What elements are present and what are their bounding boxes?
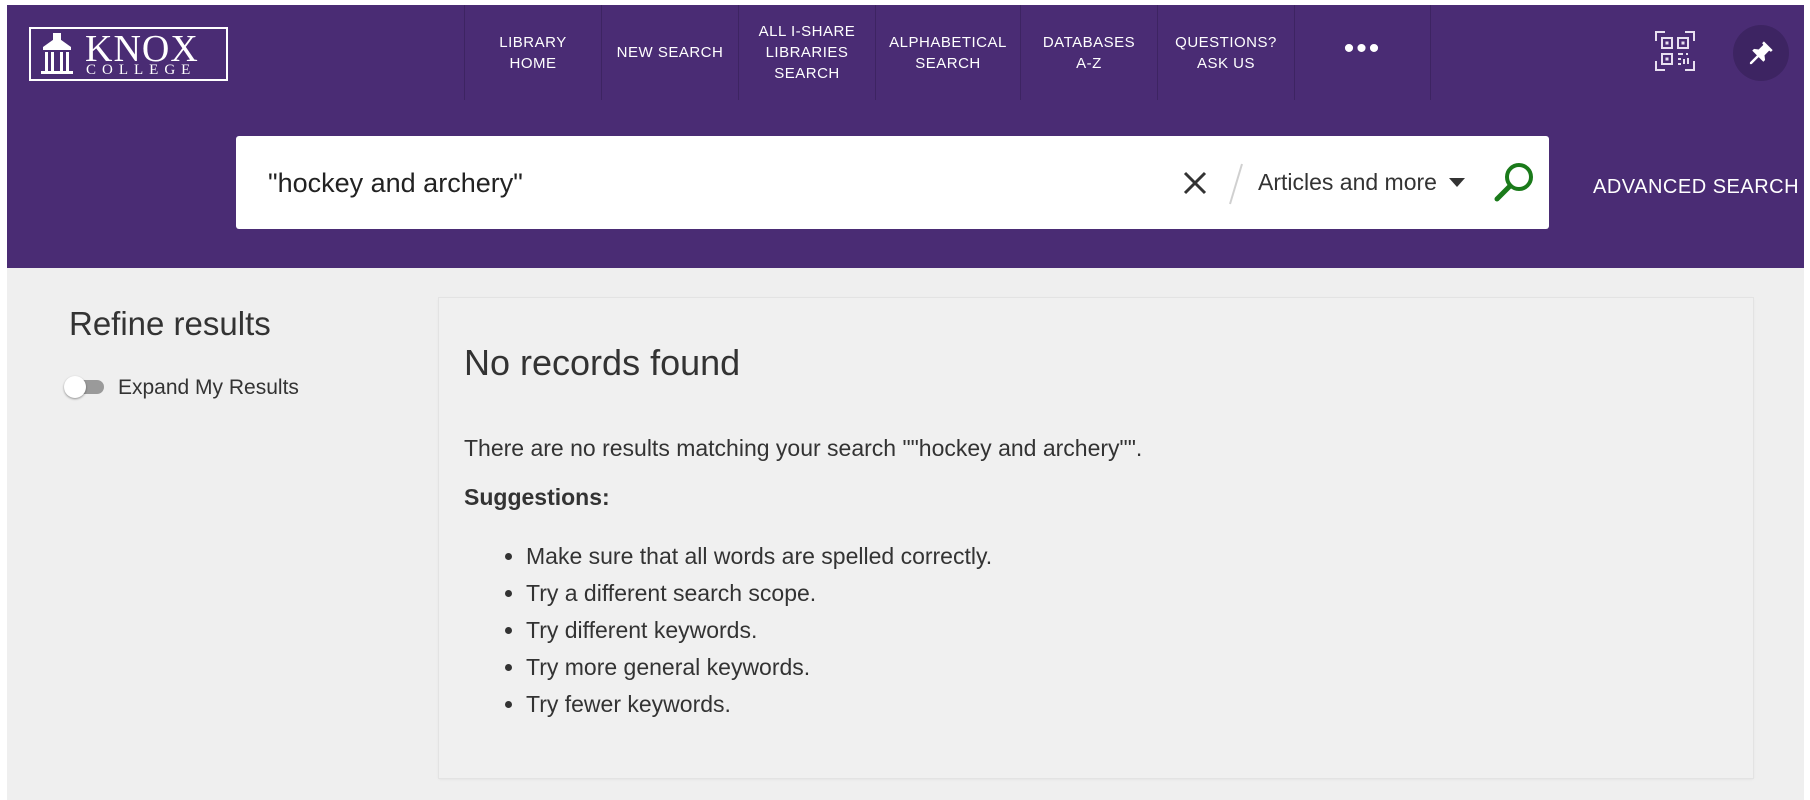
suggestions-label: Suggestions:	[464, 484, 610, 510]
toggle-knob	[64, 376, 86, 398]
search-icon[interactable]	[1492, 160, 1536, 204]
no-records-heading: No records found	[464, 342, 741, 383]
nav-alphabetical-search[interactable]: ALPHABETICAL SEARCH	[875, 5, 1020, 100]
main-nav: LIBRARY HOME NEW SEARCH ALL I-SHARE LIBR…	[464, 5, 1431, 100]
nav-ask-us-label: QUESTIONS? ASK US	[1175, 33, 1277, 72]
nav-databases-az-label: DATABASES A-Z	[1042, 33, 1136, 72]
nav-alphabetical-search-label: ALPHABETICAL SEARCH	[889, 33, 1007, 72]
advanced-search-link[interactable]: ADVANCED SEARCH	[1593, 176, 1799, 199]
suggestion-item: Try a different search scope.	[526, 575, 992, 612]
clear-search-icon[interactable]	[1181, 169, 1209, 197]
expand-results-label: Expand My Results	[118, 376, 299, 399]
qr-code-icon[interactable]	[1655, 31, 1695, 71]
nav-databases-az[interactable]: DATABASES A-Z	[1020, 5, 1157, 100]
suggestion-item: Try different keywords.	[526, 612, 992, 649]
pin-icon	[1749, 41, 1773, 65]
suggestion-item: Try fewer keywords.	[526, 686, 992, 723]
chevron-down-icon[interactable]	[1449, 178, 1465, 187]
search-input[interactable]	[266, 160, 1150, 206]
nav-more-menu[interactable]: •••	[1294, 5, 1431, 100]
app-frame: KNOX COLLEGE LIBRARY HOME NEW SEARCH ALL…	[7, 5, 1804, 800]
search-band: Articles and more ADVANCED SEARCH	[7, 100, 1804, 268]
nav-new-search[interactable]: NEW SEARCH	[601, 5, 738, 100]
suggestion-item: Make sure that all words are spelled cor…	[526, 538, 992, 575]
results-panel: No records found There are no results ma…	[439, 298, 1753, 778]
search-scope-select[interactable]: Articles and more	[1258, 169, 1437, 196]
suggestions-list: Make sure that all words are spelled cor…	[464, 538, 992, 723]
nav-all-ishare-search-label: ALL I-SHARE LIBRARIES SEARCH	[758, 23, 856, 82]
search-divider	[1226, 162, 1246, 206]
search-bar: Articles and more	[236, 136, 1549, 229]
expand-results-toggle[interactable]	[64, 375, 104, 399]
nav-library-home[interactable]: LIBRARY HOME	[464, 5, 601, 100]
top-navigation-bar: KNOX COLLEGE LIBRARY HOME NEW SEARCH ALL…	[7, 5, 1804, 100]
logo-text-sub: COLLEGE	[86, 62, 197, 78]
nav-library-home-label: LIBRARY HOME	[499, 33, 567, 72]
college-emblem-icon	[35, 33, 79, 75]
nav-ask-us[interactable]: QUESTIONS? ASK US	[1157, 5, 1294, 100]
more-icon: •••	[1343, 31, 1382, 65]
suggestion-item: Try more general keywords.	[526, 649, 992, 686]
pinned-favorites-button[interactable]	[1733, 25, 1789, 81]
no-results-message: There are no results matching your searc…	[464, 435, 1143, 461]
knox-college-logo[interactable]: KNOX COLLEGE	[29, 27, 228, 81]
refine-results-heading: Refine results	[69, 305, 271, 342]
nav-all-ishare-search[interactable]: ALL I-SHARE LIBRARIES SEARCH	[738, 5, 875, 100]
nav-new-search-label: NEW SEARCH	[616, 44, 724, 61]
